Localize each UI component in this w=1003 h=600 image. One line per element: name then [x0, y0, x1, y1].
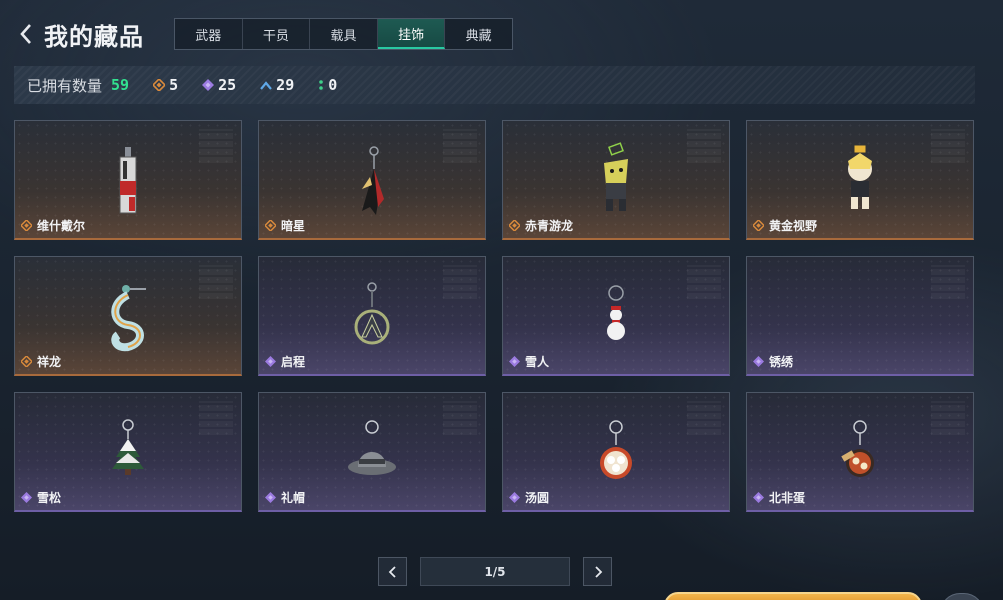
rarity-count-value: 29 — [276, 76, 295, 94]
tab-charms[interactable]: 挂饰 — [377, 19, 446, 49]
snowman-charm-icon — [607, 285, 625, 340]
card-decoration — [199, 265, 233, 299]
orange-diamond-icon — [21, 220, 32, 231]
card-decoration — [443, 265, 477, 299]
tab-operators[interactable]: 干员 — [243, 19, 311, 49]
charm-name: 暗星 — [281, 219, 306, 233]
green-dots-icon — [319, 80, 324, 90]
charm-card[interactable]: 启程 — [258, 256, 486, 376]
card-decoration — [443, 401, 477, 435]
vial-charm-icon — [119, 147, 137, 214]
owned-count-label: 已拥有数量 — [27, 76, 103, 95]
charm-grid: 维什戴尔 暗星 赤青游龙 黄金视野 祥龙 启程 雪人 锈绣 雪松 礼帽 汤圆 北… — [14, 120, 975, 512]
rarity-count-value: 25 — [218, 76, 237, 94]
purple-diamond-icon — [265, 356, 276, 367]
orange-diamond-icon — [153, 79, 166, 91]
back-button[interactable] — [14, 14, 38, 54]
charm-name: 祥龙 — [37, 355, 62, 369]
card-decoration — [199, 129, 233, 163]
snowy-tree-charm-icon — [112, 419, 144, 475]
tab-collection[interactable]: 典藏 — [445, 19, 512, 49]
charm-card[interactable]: 雪松 — [14, 392, 242, 512]
purple-diamond-icon — [21, 492, 32, 503]
charm-card[interactable]: 雪人 — [502, 256, 730, 376]
orange-diamond-icon — [21, 356, 32, 367]
round-action-button[interactable] — [940, 593, 984, 600]
charm-card[interactable]: 暗星 — [258, 120, 486, 240]
charm-card[interactable]: 汤圆 — [502, 392, 730, 512]
rarity-count-value: 5 — [169, 76, 179, 94]
charm-card[interactable]: 礼帽 — [258, 392, 486, 512]
tab-weapons[interactable]: 武器 — [175, 19, 243, 49]
page-indicator: 1/5 — [420, 557, 570, 586]
prev-page-button[interactable] — [378, 557, 407, 586]
charm-card[interactable]: 锈绣 — [746, 256, 974, 376]
charm-name: 黄金视野 — [769, 219, 818, 233]
rarity-count-value: 0 — [328, 76, 338, 94]
charm-card[interactable]: 黄金视野 — [746, 120, 974, 240]
charm-card[interactable]: 维什戴尔 — [14, 120, 242, 240]
chevron-left-icon — [388, 565, 396, 578]
charm-name: 礼帽 — [281, 491, 306, 505]
next-page-button[interactable] — [583, 557, 612, 586]
card-decoration — [687, 401, 721, 435]
dragon-figure-charm-icon — [604, 142, 628, 211]
owned-count-total: 59 — [111, 76, 130, 94]
orange-diamond-icon — [265, 220, 276, 231]
category-tabs: 武器 干员 载具 挂饰 典藏 — [174, 18, 513, 50]
chevron-right-icon — [594, 565, 602, 578]
charm-name: 启程 — [281, 355, 306, 369]
charm-name: 雪松 — [37, 491, 62, 505]
card-decoration — [931, 401, 965, 435]
purple-diamond-icon — [265, 492, 276, 503]
charm-name: 北非蛋 — [769, 491, 806, 505]
rarity-count-blue: 29 — [260, 76, 294, 94]
rarity-count-green: 0 — [318, 76, 337, 94]
feather-charm-icon — [362, 146, 384, 215]
header: 我的藏品 — [14, 14, 144, 54]
emblem-charm-icon — [354, 282, 390, 345]
primary-action-button[interactable] — [664, 592, 922, 600]
tab-vehicles[interactable]: 载具 — [310, 19, 378, 49]
orange-diamond-icon — [509, 220, 520, 231]
shakshuka-pan-charm-icon — [841, 420, 874, 477]
page-title: 我的藏品 — [44, 22, 144, 51]
coiled-dragon-charm-icon — [111, 285, 146, 352]
charm-card[interactable]: 祥龙 — [14, 256, 242, 376]
purple-diamond-icon — [509, 492, 520, 503]
purple-diamond-icon — [753, 356, 764, 367]
chevron-left-icon — [20, 24, 31, 44]
card-decoration — [687, 265, 721, 299]
pagination: 1/5 — [378, 557, 612, 586]
charm-card[interactable]: 北非蛋 — [746, 392, 974, 512]
dumpling-bowl-charm-icon — [600, 420, 632, 479]
chibi-figure-charm-icon — [848, 144, 872, 209]
hat-charm-icon — [348, 420, 396, 475]
card-decoration — [443, 129, 477, 163]
card-decoration — [199, 401, 233, 435]
rarity-count-purple: 25 — [202, 76, 236, 94]
charm-card[interactable]: 赤青游龙 — [502, 120, 730, 240]
rarity-count-orange: 5 — [153, 76, 178, 94]
charm-name: 汤圆 — [525, 491, 550, 505]
charm-name: 锈绣 — [769, 355, 794, 369]
charm-name: 雪人 — [525, 355, 550, 369]
card-decoration — [687, 129, 721, 163]
purple-diamond-icon — [509, 356, 520, 367]
card-decoration — [931, 265, 965, 299]
charm-name: 赤青游龙 — [525, 219, 574, 233]
purple-diamond-icon — [753, 492, 764, 503]
card-decoration — [931, 129, 965, 163]
purple-diamond-icon — [202, 79, 215, 91]
blue-chevron-icon — [260, 81, 273, 90]
orange-diamond-icon — [753, 220, 764, 231]
charm-name: 维什戴尔 — [37, 219, 86, 233]
owned-stats-bar: 已拥有数量 59 5 25 29 0 — [14, 66, 975, 104]
